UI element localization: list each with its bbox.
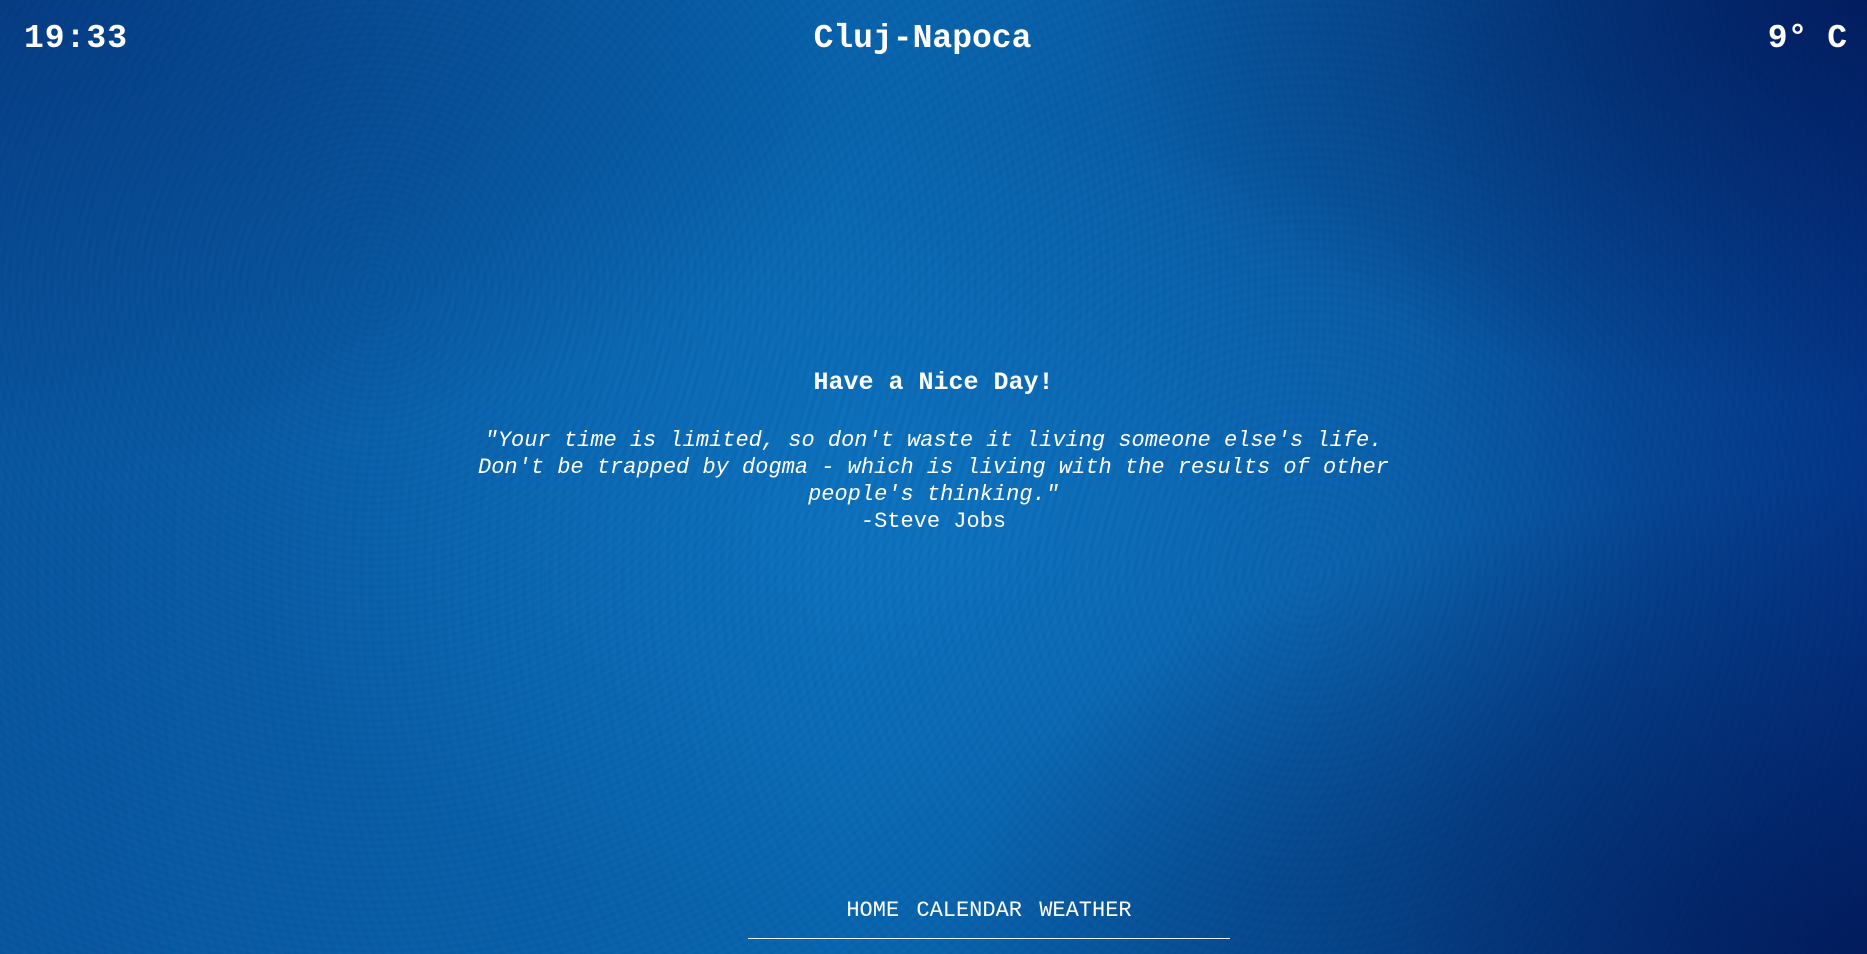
nav-home-link[interactable]: HOME [846, 898, 899, 923]
start-page: { "header": { "time": "19:33", "city": "… [0, 0, 1867, 954]
nav-weather-link[interactable]: WEATHER [1039, 898, 1131, 923]
quote-text: "Your time is limited, so don't waste it… [478, 428, 1389, 507]
top-bar: 19:33 Cluj-Napoca 9° C [0, 0, 1867, 80]
bottom-nav: HOME CALENDAR WEATHER [748, 898, 1230, 939]
temperature: 9° C [1767, 20, 1847, 57]
greeting-heading: Have a Nice Day! [813, 368, 1054, 397]
quote-author: -Steve Jobs [860, 509, 1007, 534]
nav-calendar-link[interactable]: CALENDAR [916, 898, 1022, 923]
quote-section: Have a Nice Day! "Your time is limited, … [0, 368, 1867, 535]
city-name: Cluj-Napoca [813, 20, 1032, 57]
